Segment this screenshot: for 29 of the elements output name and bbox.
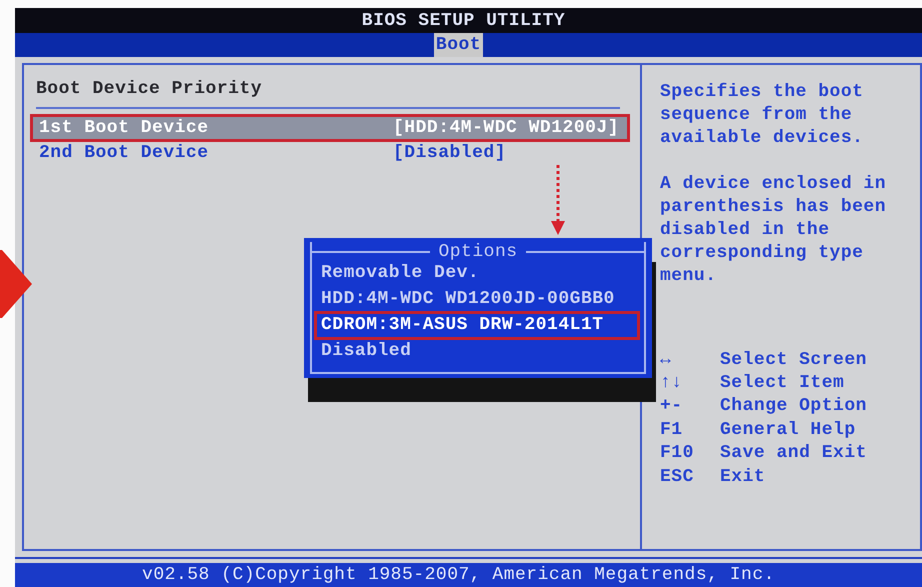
setting-label[interactable]: 1st Boot Device bbox=[39, 118, 393, 138]
key-action: Select Item bbox=[720, 372, 846, 395]
window-title: BIOS SETUP UTILITY bbox=[362, 10, 566, 30]
option-item[interactable]: Disabled bbox=[314, 337, 640, 366]
option-item[interactable]: CDROM:3M-ASUS DRW-2014L1T bbox=[314, 311, 640, 340]
option-item[interactable]: HDD:4M-WDC WD1200JD-00GBB0 bbox=[314, 285, 640, 314]
option-item[interactable]: Removable Dev. bbox=[314, 259, 640, 288]
key-label: F10 bbox=[660, 442, 695, 466]
key-label: ESC bbox=[660, 466, 695, 489]
help-text: A device enclosed in parenthesis has been disabled in the corresponding type menu. bbox=[660, 173, 888, 288]
key-action: Change Option bbox=[720, 395, 868, 418]
setting-value: [Disabled] bbox=[393, 143, 506, 163]
key-label: +- bbox=[660, 395, 684, 418]
key-action: Save and Exit bbox=[720, 442, 868, 466]
key-label: F1 bbox=[660, 418, 684, 442]
setting-value: [HDD:4M-WDC WD1200J] bbox=[393, 118, 620, 138]
popup-title: Options bbox=[438, 242, 518, 262]
key-action: General Help bbox=[720, 418, 857, 442]
key-action: Select Screen bbox=[720, 348, 868, 372]
help-text: Specifies the boot sequence from the available devices. bbox=[660, 81, 864, 150]
setting-label[interactable]: 2nd Boot Device bbox=[39, 143, 393, 163]
key-label: ↑↓ bbox=[660, 372, 684, 395]
key-action: Exit bbox=[720, 466, 766, 489]
tab[interactable]: Boot bbox=[434, 33, 484, 57]
section-title: Boot Device Priority bbox=[36, 79, 264, 99]
dotted-arrow bbox=[551, 165, 565, 235]
key-label: ↔ bbox=[660, 348, 672, 372]
arrow-icon bbox=[0, 250, 32, 318]
copyright-text: v02.58 (C)Copyright 1985-2007, American Megatrends, Inc. bbox=[142, 565, 775, 585]
